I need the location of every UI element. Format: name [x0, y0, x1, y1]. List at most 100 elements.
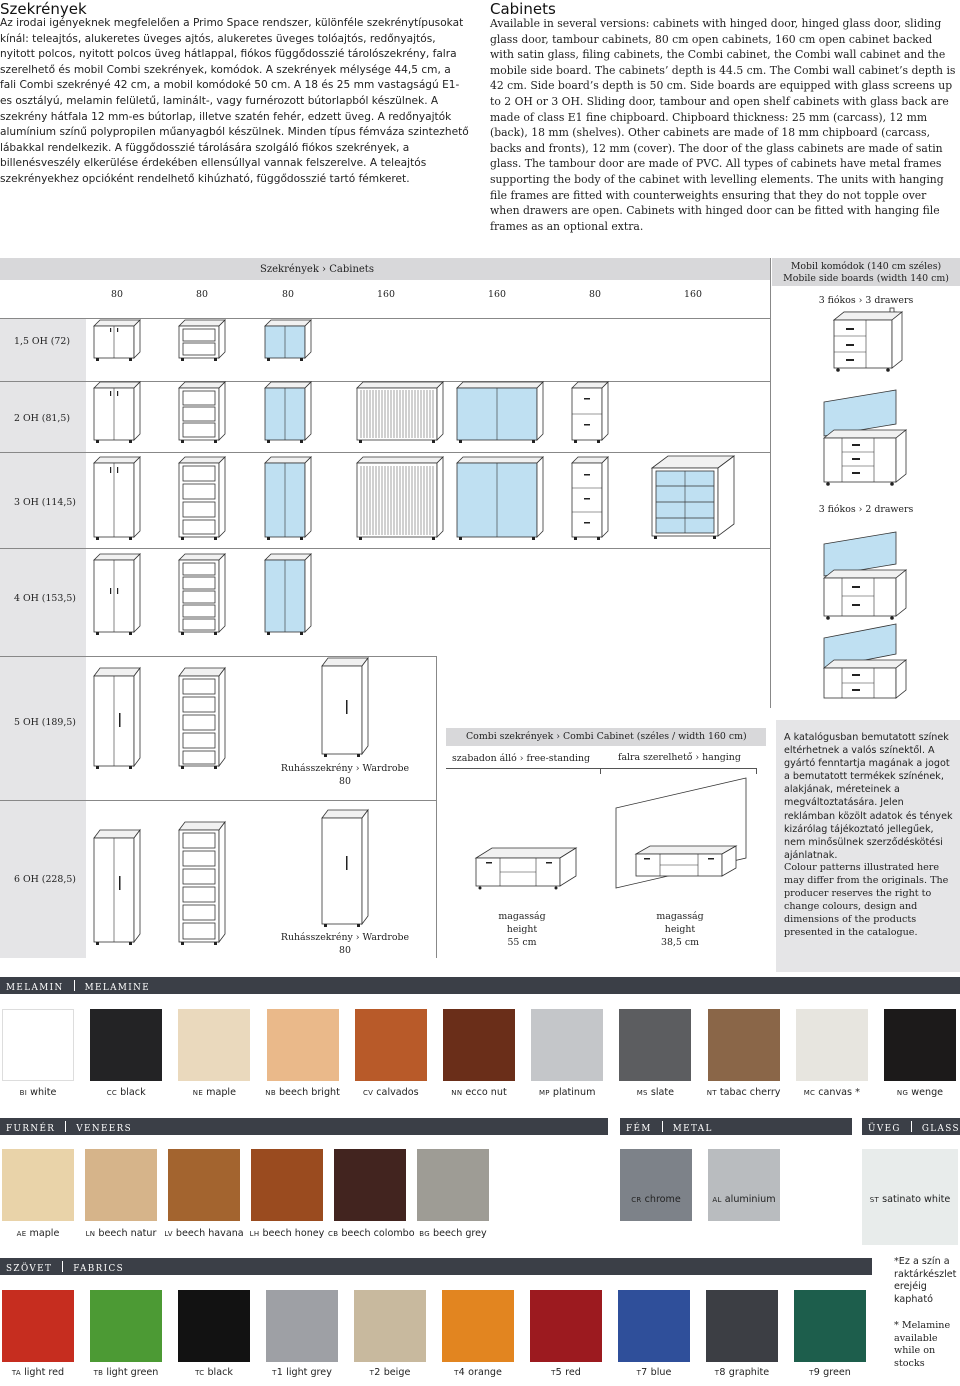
- footnote-en: * Melamine available while on stocks: [894, 1320, 951, 1369]
- glass-swatch-label: st satinato white: [862, 1194, 958, 1205]
- swatch-code: t5: [551, 1367, 563, 1378]
- swatch-name: orange: [465, 1367, 502, 1378]
- cabinet-hinged-80-2oh: [93, 381, 141, 443]
- fabrics-swatch-label: tb light green: [83, 1367, 169, 1378]
- melamine-swatch-bi: [2, 1009, 74, 1081]
- veneers-swatch-ln: [85, 1149, 157, 1221]
- swatch-code: nn: [451, 1087, 463, 1098]
- swatch-name: ecco nut: [462, 1087, 507, 1098]
- width-label: 160: [684, 289, 702, 300]
- mobile-title-en: Mobile side boards (width 140 cm): [783, 273, 949, 284]
- swatch-name: black: [117, 1087, 146, 1098]
- melamine-swatch-mc: [795, 1009, 868, 1081]
- swatch-name: graphite: [725, 1367, 770, 1378]
- combi-free-height: magasság height 55 cm: [472, 910, 572, 949]
- fabrics-swatch-t9: [794, 1290, 866, 1362]
- cabinet-glass-80-3oh: [264, 456, 312, 540]
- swatch-code: nb: [265, 1087, 276, 1098]
- fabrics-swatch-tb: [90, 1290, 162, 1362]
- sideboard-drawings: [822, 307, 908, 699]
- cabinet-hinged-80-5oh: [93, 666, 141, 769]
- combi-free-standing: [474, 847, 578, 890]
- cabinet-filing-80-2oh: [571, 381, 609, 443]
- cabinet-filing-80-3oh: [571, 456, 609, 540]
- cabinet-sliding-glass-160-3oh: [456, 456, 544, 540]
- swatch-name: light red: [21, 1367, 65, 1378]
- veneers-swatch-lh: [251, 1149, 323, 1221]
- glass-en: GLASS: [921, 1124, 960, 1134]
- wardrobe-6oh-label: Ruhásszekrény › Wardrobe: [280, 932, 410, 943]
- fabrics-swatch-label: tc black: [171, 1367, 257, 1378]
- cabinet-sliding-glass-160-2oh: [456, 381, 544, 443]
- swatch-code: t4: [454, 1367, 466, 1378]
- wardrobe-5oh-label: Ruhásszekrény › Wardrobe: [280, 763, 410, 774]
- melamine-swatch-nb: [266, 1009, 339, 1081]
- swatch-code: ln: [85, 1228, 96, 1239]
- sideboard-3-drawers: [832, 307, 904, 372]
- swatch-name: maple: [26, 1228, 60, 1239]
- disclaimer-hu: A katalógusban bemutatott színek eltérhe…: [784, 732, 953, 861]
- width-label: 80: [282, 289, 294, 300]
- swatch-code: mc: [803, 1087, 816, 1098]
- fabrics-swatch-tc: [178, 1290, 250, 1362]
- swatch-name: green: [820, 1367, 851, 1378]
- fabrics-swatch-label: t2 beige: [347, 1367, 433, 1378]
- width-label: 160: [377, 289, 395, 300]
- swatch-code: st: [869, 1194, 880, 1205]
- cabinet-glass-80-4oh: [264, 553, 312, 635]
- veneers-en: VENEERS: [76, 1124, 133, 1134]
- swatch-name: beige: [380, 1367, 411, 1378]
- cabinet-open-80-4oh: [178, 553, 226, 635]
- swatch-name: slate: [647, 1087, 675, 1098]
- fabrics-swatch-label: t4 orange: [435, 1367, 521, 1378]
- swatch-code: bi: [19, 1087, 28, 1098]
- sideboard-3-drawers-glass: [822, 389, 908, 486]
- melamine-swatch-nt: [707, 1009, 780, 1081]
- melamine-swatch-mp: [531, 1009, 604, 1081]
- melamine-swatch-ne: [178, 1009, 251, 1081]
- melamine-hu: MELAMIN: [6, 983, 64, 993]
- melamine-swatch-label: nt tabac cherry: [701, 1087, 787, 1098]
- veneers-swatch-cb: [334, 1149, 406, 1221]
- melamine-swatch-label: ne maple: [171, 1087, 257, 1098]
- cabinet-hinged-80-4oh: [93, 553, 141, 635]
- swatch-code: cb: [328, 1228, 339, 1239]
- cabinet-tambour-160-3oh: [356, 456, 444, 540]
- swatch-code: nt: [706, 1087, 717, 1098]
- melamine-swatch-nn: [443, 1009, 515, 1081]
- metal-swatch-label: al aluminium: [701, 1194, 787, 1205]
- width-label: 80: [111, 289, 123, 300]
- melamine-swatch-ms: [619, 1009, 692, 1081]
- melamine-swatch-cv: [354, 1009, 427, 1081]
- metal-swatch-label: cr chrome: [613, 1194, 699, 1205]
- melamine-swatch-label: bi white: [0, 1087, 81, 1098]
- swatch-name: beech natur: [95, 1228, 157, 1239]
- swatch-name: light grey: [283, 1367, 332, 1378]
- swatch-name: platinum: [549, 1087, 596, 1098]
- cabinet-glass-80-2oh: [264, 381, 312, 443]
- swatch-name: beech honey: [259, 1228, 325, 1239]
- fabrics-swatch-label: t7 blue: [611, 1367, 697, 1378]
- swatch-code: t7: [636, 1367, 648, 1378]
- melamine-swatch-label: nn ecco nut: [436, 1087, 522, 1098]
- cabinet-hinged-80-6oh: [93, 828, 141, 945]
- cabinet-hinged-80-3oh: [93, 456, 141, 540]
- fabrics-swatch-t2: [354, 1290, 426, 1362]
- combi-hang-height-hu: magasság: [656, 911, 704, 922]
- swatch-name: wenge: [908, 1087, 944, 1098]
- combi-free-height-value: 55 cm: [507, 937, 537, 948]
- swatch-name: beech grey: [429, 1228, 487, 1239]
- swatch-code: t9: [809, 1367, 821, 1378]
- swatch-name: light green: [103, 1367, 159, 1378]
- swatch-name: chrome: [641, 1194, 681, 1205]
- veneers-swatch-label: cb beech colombo: [328, 1228, 415, 1239]
- cabinet-open-80-3oh: [178, 456, 226, 540]
- combi-hanging-label: falra szerelhető › hanging: [618, 752, 741, 763]
- fabrics-swatch-t1: [266, 1290, 338, 1362]
- swatch-name: canvas *: [815, 1087, 860, 1098]
- width-label: 80: [196, 289, 208, 300]
- cabinets-header: Szekrények › Cabinets: [260, 264, 374, 275]
- melamine-swatch-label: ng wenge: [877, 1087, 960, 1098]
- melamine-en: MELAMINE: [84, 983, 151, 993]
- cabinet-open-80-2oh: [178, 381, 226, 443]
